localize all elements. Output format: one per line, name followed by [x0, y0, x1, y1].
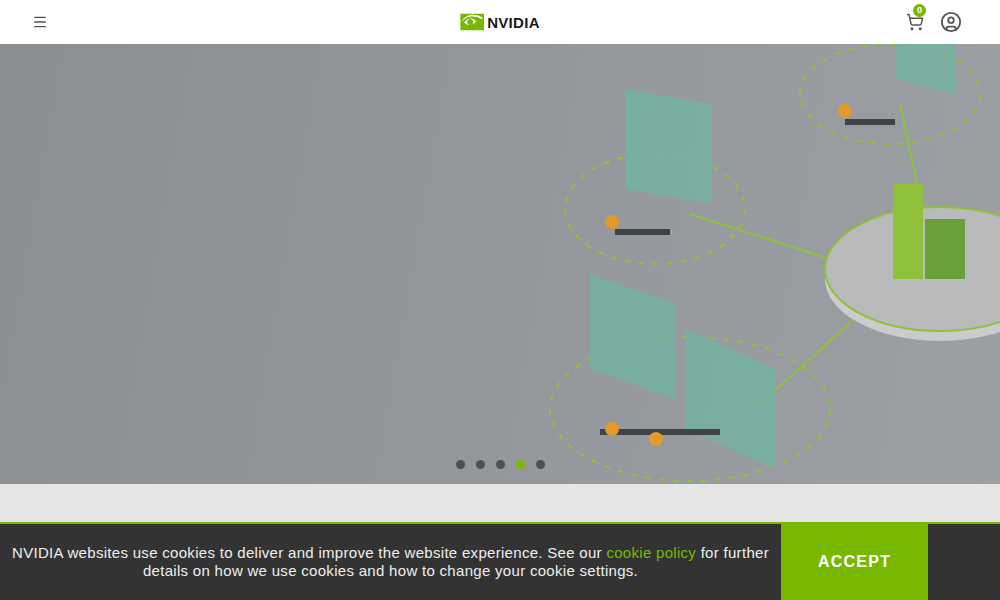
hero-carousel: [0, 44, 1000, 484]
nvidia-eye-icon: [460, 14, 484, 31]
logo-text: NVIDIA: [487, 14, 540, 31]
menu-button[interactable]: [32, 14, 48, 30]
logo[interactable]: NVIDIA: [460, 14, 540, 31]
user-icon: [940, 11, 962, 33]
cart-button[interactable]: 0: [906, 13, 924, 31]
page: NVIDIA 0 NVIDIA websites use cookies to de…: [0, 0, 1000, 600]
carousel-dot[interactable]: [496, 460, 505, 469]
accept-button[interactable]: ACCEPT: [781, 524, 928, 600]
carousel-dots: [0, 460, 1000, 469]
content-strip: [0, 484, 1000, 522]
account-button[interactable]: [940, 11, 962, 33]
carousel-dot[interactable]: [476, 460, 485, 469]
carousel-dot[interactable]: [516, 460, 525, 469]
hamburger-icon: [32, 14, 48, 30]
header-actions: 0: [906, 11, 962, 33]
carousel-dot[interactable]: [456, 460, 465, 469]
cookie-policy-link[interactable]: cookie policy: [606, 544, 696, 561]
cart-badge: 0: [913, 4, 926, 17]
carousel-dot[interactable]: [536, 460, 545, 469]
cookie-text: NVIDIA websites use cookies to deliver a…: [0, 524, 781, 600]
hero-illustration: [0, 44, 1000, 484]
header: NVIDIA 0: [0, 0, 1000, 44]
cookie-banner: NVIDIA websites use cookies to deliver a…: [0, 522, 1000, 600]
